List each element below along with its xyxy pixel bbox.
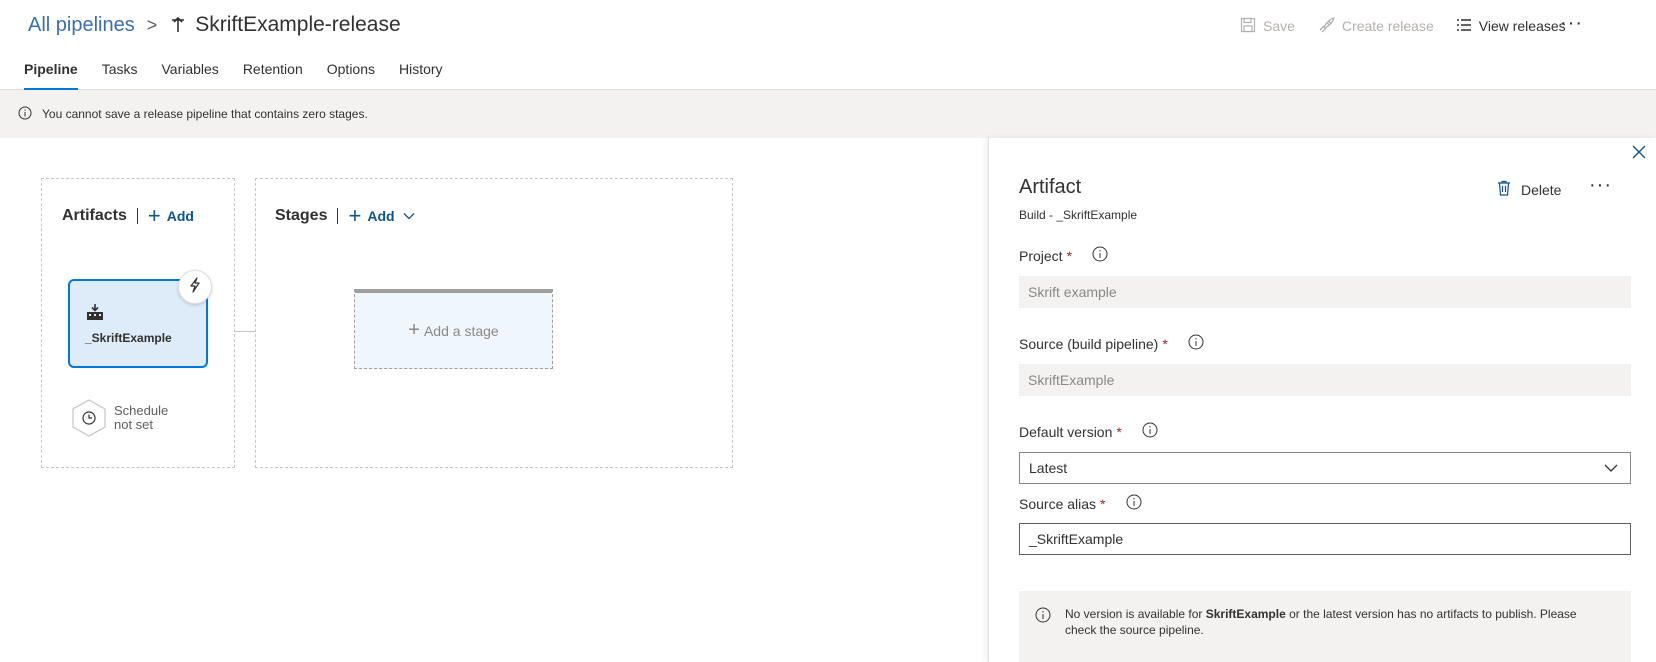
artifact-panel: Artifact Build - _SkriftExample Delete ·… [988,138,1656,662]
plus-icon: + [408,319,420,341]
rocket-icon [1317,16,1342,36]
view-releases-label: View releases [1478,18,1566,34]
all-pipelines-link[interactable]: All pipelines [28,14,135,37]
add-artifact-button[interactable]: + Add [147,203,194,228]
chevron-down-icon [1604,464,1618,472]
version-label: Default version [1019,423,1113,440]
page-title: SkriftExample-release [195,13,401,36]
required-mark: * [1100,495,1106,512]
project-label: Project [1019,247,1063,264]
source-label-row: Source (build pipeline) * [1019,334,1204,353]
stages-header: Stages + Add [275,203,415,228]
breadcrumb-separator: > [146,14,158,35]
info-icon [1035,607,1051,627]
artifact-name: _SkriftExample [85,331,172,345]
default-version-value: Latest [1029,460,1068,476]
plus-icon: + [348,203,362,228]
save-button[interactable]: Save [1240,17,1295,36]
panel-more-button[interactable]: ··· [1589,174,1612,197]
schedule-trigger[interactable]: Schedule not set [71,399,168,437]
notice-pipeline-name: SkriftExample [1205,607,1286,621]
add-stage-label: Add a stage [423,322,499,339]
add-stage-dropdown-label: Add [367,208,395,224]
delete-label: Delete [1521,181,1562,198]
add-stage-dropdown[interactable]: + Add [348,203,415,228]
required-mark: * [1162,335,1168,352]
tab-variables[interactable]: Variables [161,58,218,90]
tab-pipeline[interactable]: Pipeline [24,58,78,90]
view-releases-button[interactable]: View releases [1456,18,1566,35]
add-stage-placeholder[interactable]: + Add a stage [354,289,553,369]
add-artifact-label: Add [166,208,194,224]
list-icon [1456,18,1479,35]
required-mark: * [1066,247,1073,264]
pipeline-icon [171,16,187,34]
close-icon[interactable] [1632,142,1646,165]
chevron-down-icon [403,212,415,220]
default-version-dropdown[interactable]: Latest [1019,452,1631,484]
source-label: Source (build pipeline) [1019,335,1159,352]
panel-subtitle: Build - _SkriftExample [1019,208,1138,222]
info-icon[interactable] [1188,334,1204,353]
lightning-icon [189,276,201,298]
create-release-button[interactable]: Create release [1317,16,1434,36]
tab-options[interactable]: Options [327,58,375,90]
required-mark: * [1116,423,1122,440]
pipeline-canvas: Artifacts + Add _SkriftExample Schedule [0,138,988,662]
warning-text: You cannot save a release pipeline that … [42,107,368,121]
stages-section: Stages + Add + Add a stage [255,178,733,468]
tab-retention[interactable]: Retention [243,58,303,90]
alias-label-row: Source alias * [1019,494,1142,513]
panel-title: Artifact [1019,176,1082,198]
schedule-line2: not set [114,417,154,432]
clock-icon [71,399,107,437]
stages-title: Stages [275,207,328,224]
info-icon[interactable] [1126,494,1142,513]
save-icon [1240,17,1263,36]
artifacts-section: Artifacts + Add _SkriftExample Schedule [41,178,235,468]
notice-text-pre: No version is available for [1065,607,1206,621]
project-label-row: Project * [1019,246,1108,265]
tab-bar: Pipeline Tasks Variables Retention Optio… [24,58,467,90]
artifacts-header: Artifacts + Add [62,203,194,228]
build-icon [86,303,104,326]
continuous-deployment-trigger[interactable] [178,270,212,304]
version-label-row: Default version * [1019,422,1158,441]
artifacts-title: Artifacts [62,207,127,224]
warning-bar: You cannot save a release pipeline that … [0,90,1656,138]
divider [136,208,138,224]
tab-tasks[interactable]: Tasks [102,58,138,90]
create-release-label: Create release [1341,18,1434,34]
more-actions-button[interactable]: ··· [1560,12,1583,35]
delete-button[interactable]: Delete [1497,180,1561,199]
source-field[interactable]: SkriftExample [1019,364,1631,396]
trash-icon [1497,180,1521,199]
schedule-line1: Schedule [114,403,169,418]
breadcrumb: All pipelines > SkriftExample-release [28,10,401,40]
no-version-notice: No version is available for SkriftExampl… [1019,591,1631,662]
schedule-text: Schedule not set [114,404,168,432]
info-icon[interactable] [1092,246,1108,265]
plus-icon: + [147,203,161,228]
save-label: Save [1263,18,1295,34]
info-icon[interactable] [1142,422,1158,441]
info-icon [18,106,32,123]
project-field[interactable]: Skrift example [1019,276,1631,308]
connector-line [235,331,255,332]
source-alias-input[interactable]: _SkriftExample [1019,523,1631,555]
page-header: All pipelines > SkriftExample-release Sa… [0,0,1656,90]
tab-history[interactable]: History [399,58,443,90]
toolbar: Save Create release View releases [1240,15,1566,37]
divider [337,208,339,224]
alias-label: Source alias [1019,495,1097,512]
